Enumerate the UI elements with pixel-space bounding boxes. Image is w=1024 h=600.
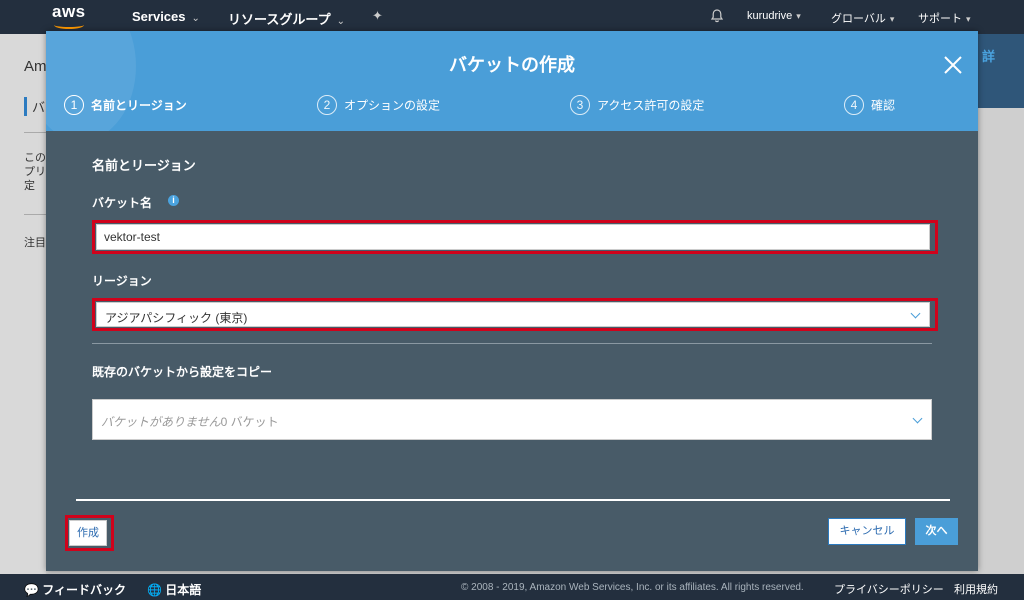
step-label: 確認 <box>871 98 896 113</box>
create-button[interactable]: 作成 <box>69 520 107 546</box>
step-number: 3 <box>570 95 590 115</box>
footer-divider <box>76 499 950 501</box>
copy-settings-placeholder: バケットがありません0 バケット <box>101 413 279 430</box>
resource-groups-menu[interactable]: リソースグループ ⌄ <box>228 9 345 28</box>
region-label: グローバル <box>831 13 886 25</box>
region-select-value: アジアパシフィック (東京) <box>105 311 248 325</box>
background-divider <box>24 214 46 215</box>
background-note: 注目 <box>24 237 46 249</box>
chevron-down-icon: ▾ <box>966 14 971 24</box>
section-title: 名前とリージョン <box>92 158 196 173</box>
top-nav: aws Services ⌄ リソースグループ ⌄ ✦ kurudrive ▾ グロー… <box>0 0 1024 34</box>
chevron-down-icon: ▾ <box>889 14 895 24</box>
chat-icon: 💬 <box>24 583 39 597</box>
cancel-button[interactable]: キャンセル <box>828 518 906 545</box>
bottom-bar: 💬 フィードバック 🌐 日本語 © 2008 - 2019, Amazon We… <box>0 574 1024 600</box>
next-button[interactable]: 次へ <box>915 518 958 545</box>
info-icon[interactable]: i <box>168 195 179 206</box>
copy-count-text: 0 バケット <box>220 415 279 429</box>
step-number: 4 <box>844 95 864 115</box>
background-tab: バ <box>24 97 45 116</box>
step-review[interactable]: 4 確認 <box>844 95 895 115</box>
services-menu[interactable]: Services ⌄ <box>132 9 200 24</box>
services-label: Services <box>132 9 186 24</box>
section-divider <box>92 343 932 344</box>
chevron-down-icon <box>912 413 923 424</box>
background-right-panel: 詳 <box>978 34 1024 108</box>
close-icon[interactable] <box>941 53 965 77</box>
bucket-name-label: バケット名 <box>92 196 153 210</box>
terms-link[interactable]: 利用規約 <box>954 581 998 597</box>
user-label: kurudrive <box>747 10 793 22</box>
feedback-label: フィードバック <box>42 583 127 597</box>
copy-settings-select[interactable]: バケットがありません0 バケット <box>92 399 932 440</box>
background-divider <box>24 132 46 133</box>
create-bucket-modal: バケットの作成 1 名前とリージョン 2 オプションの設定 3 アクセス許可の設定 4… <box>46 31 978 571</box>
step-number: 2 <box>317 95 337 115</box>
modal-header: バケットの作成 1 名前とリージョン 2 オプションの設定 3 アクセス許可の設定 4… <box>46 31 978 131</box>
step-number: 1 <box>64 95 84 115</box>
step-label: オプションの設定 <box>344 98 441 113</box>
aws-smile-icon <box>54 21 84 29</box>
copy-settings-label: 既存のバケットから設定をコピー <box>92 365 273 379</box>
bucket-name-input[interactable] <box>96 224 930 250</box>
aws-logo[interactable]: aws <box>52 2 92 30</box>
globe-icon: 🌐 <box>147 583 162 597</box>
bell-icon[interactable] <box>709 8 725 24</box>
chevron-down-icon <box>910 308 921 319</box>
region-field-label: リージョン <box>92 274 152 288</box>
background-right-label: 詳 <box>982 49 996 64</box>
pin-icon[interactable]: ✦ <box>372 8 383 24</box>
feedback-link[interactable]: 💬 フィードバック <box>24 581 126 598</box>
step-options[interactable]: 2 オプションの設定 <box>317 95 440 115</box>
copy-placeholder-text: バケットがありません <box>101 415 221 429</box>
chevron-down-icon: ⌄ <box>191 13 200 24</box>
copyright-text: © 2008 - 2019, Amazon Web Services, Inc.… <box>461 582 804 593</box>
wizard-steps: 1 名前とリージョン 2 オプションの設定 3 アクセス許可の設定 4 確認 <box>46 95 978 123</box>
support-label: サポート <box>918 13 962 25</box>
language-label: 日本語 <box>165 583 202 597</box>
step-label: アクセス許可の設定 <box>597 98 705 113</box>
support-menu[interactable]: サポート ▾ <box>918 10 971 26</box>
step-label: 名前とリージョン <box>91 98 187 113</box>
user-menu[interactable]: kurudrive ▾ <box>747 10 801 22</box>
step-permissions[interactable]: 3 アクセス許可の設定 <box>570 95 704 115</box>
language-selector[interactable]: 🌐 日本語 <box>147 581 201 598</box>
background-description: このプリ定 <box>24 152 46 192</box>
privacy-link[interactable]: プライバシーポリシー <box>834 581 944 597</box>
background-title: Am <box>24 58 47 75</box>
modal-title: バケットの作成 <box>449 55 575 75</box>
resource-groups-label: リソースグループ <box>228 12 331 27</box>
aws-logo-text: aws <box>52 2 86 21</box>
chevron-down-icon: ⌄ <box>336 16 345 27</box>
region-menu[interactable]: グローバル ▾ <box>831 10 894 26</box>
region-select[interactable]: アジアパシフィック (東京) <box>96 302 930 327</box>
chevron-down-icon: ▾ <box>796 11 801 21</box>
step-name-region[interactable]: 1 名前とリージョン <box>64 95 187 115</box>
